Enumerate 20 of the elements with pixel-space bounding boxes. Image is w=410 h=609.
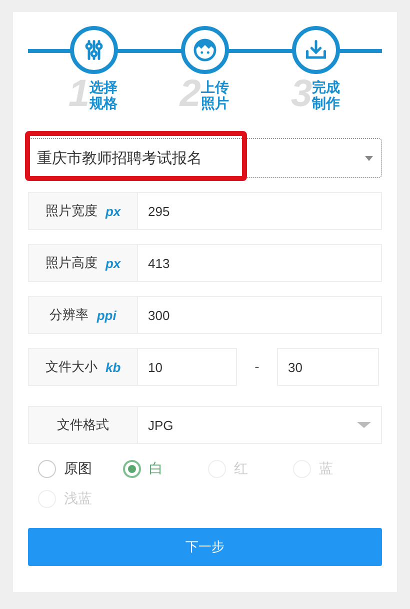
caret-icon (357, 422, 371, 428)
input-field[interactable]: 10 (138, 348, 237, 386)
template-select[interactable]: 重庆市教师招聘考试报名 (28, 138, 382, 178)
caret-icon (365, 156, 373, 160)
step-label: 完成制作 (312, 80, 342, 112)
input-field[interactable]: 413 (138, 244, 382, 282)
range-separator: - (254, 360, 260, 374)
input-field[interactable]: 295 (138, 192, 382, 230)
radio-option[interactable]: 原图 (38, 460, 123, 478)
input-field[interactable]: 30 (277, 348, 379, 386)
field-label: 照片宽度 px (28, 192, 138, 230)
input-field[interactable]: 300 (138, 296, 382, 334)
step-label: 上传照片 (200, 80, 230, 112)
field-label: 照片高度 px (28, 244, 138, 282)
field-label: 分辨率 ppi (28, 296, 138, 334)
field-label: 文件大小 kb (28, 348, 138, 386)
format-select[interactable]: JPG (138, 406, 382, 444)
field-label: 文件格式 (28, 406, 138, 444)
step-label: 选择规格 (90, 80, 119, 112)
step-number: 3 (291, 76, 312, 112)
